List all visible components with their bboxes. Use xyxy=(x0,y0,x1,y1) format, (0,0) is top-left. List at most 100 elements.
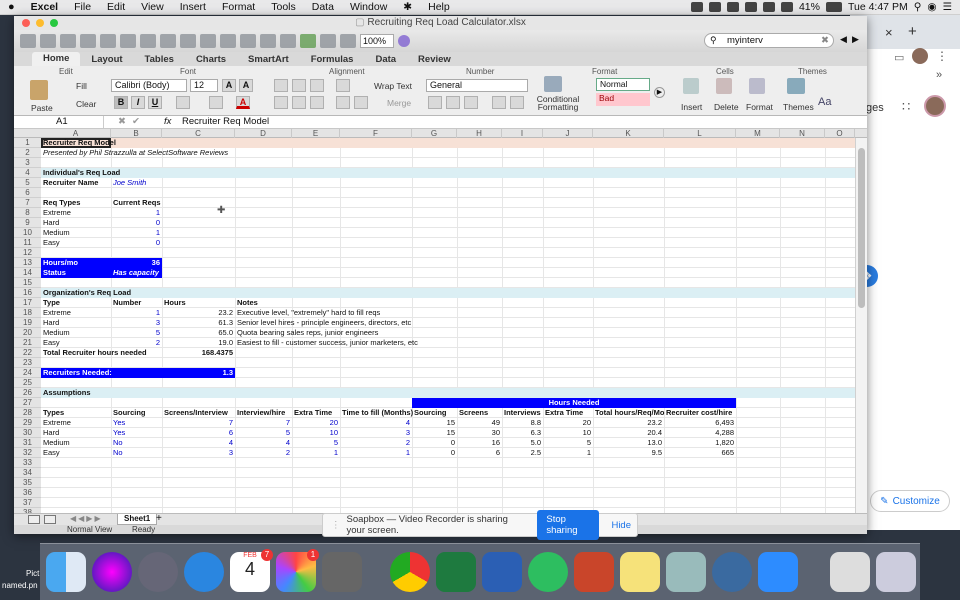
cell-b29[interactable]: Yes xyxy=(111,418,127,428)
add-sheet-button[interactable]: + xyxy=(156,513,162,524)
cell-a9[interactable]: Hard xyxy=(41,218,61,228)
underline-button[interactable]: U xyxy=(148,96,162,109)
decrease-font-icon[interactable]: A xyxy=(239,79,253,92)
cell-b14[interactable]: Has capacity xyxy=(111,268,161,278)
dropbox-status-icon[interactable] xyxy=(726,2,739,12)
increase-font-icon[interactable]: A xyxy=(222,79,236,92)
tab-tables[interactable]: Tables xyxy=(134,54,185,65)
row-header-13[interactable]: 13 xyxy=(14,258,41,268)
cell-e28[interactable]: Extra Time xyxy=(292,408,334,418)
media-icon[interactable] xyxy=(340,34,356,48)
font-name-select[interactable]: Calibri (Body) xyxy=(111,79,187,92)
currency-format-icon[interactable] xyxy=(428,96,442,109)
row-header-12[interactable]: 12 xyxy=(14,248,41,258)
column-header-h[interactable]: H xyxy=(457,129,502,138)
tab-close-icon[interactable]: × xyxy=(885,25,893,40)
align-middle-icon[interactable] xyxy=(292,79,306,92)
cell-d32[interactable]: 2 xyxy=(235,448,292,458)
cell-a31[interactable]: Medium xyxy=(41,438,72,448)
cell-c20[interactable]: 65.0 xyxy=(162,328,235,338)
safari-icon[interactable] xyxy=(184,552,224,592)
cell-g32[interactable]: 0 xyxy=(412,448,457,458)
cell-a26[interactable]: Assumptions xyxy=(41,388,93,398)
normal-view-icon[interactable] xyxy=(28,515,40,524)
sheet-nav-icon[interactable]: ◀◀▶▶ xyxy=(70,514,103,523)
cell-a22[interactable]: Total Recruiter hours needed xyxy=(41,348,149,358)
zoom-box[interactable]: 100% xyxy=(360,34,394,48)
style-normal[interactable]: Normal xyxy=(596,78,650,91)
conditional-formatting-icon[interactable] xyxy=(544,76,562,92)
row-header-18[interactable]: 18 xyxy=(14,308,41,318)
cell-c19[interactable]: 61.3 xyxy=(162,318,235,328)
app-menu[interactable]: Excel xyxy=(23,1,66,13)
formula-input[interactable]: Recruiter Req Model xyxy=(182,116,852,128)
powerpoint-icon[interactable] xyxy=(574,552,614,592)
cell-c31[interactable]: 4 xyxy=(162,438,235,448)
style-bad[interactable]: Bad xyxy=(596,93,650,106)
cell-l29[interactable]: 6,493 xyxy=(664,418,736,428)
open-icon[interactable] xyxy=(60,34,76,48)
tab-smartart[interactable]: SmartArt xyxy=(237,54,300,65)
insert-cells-icon[interactable] xyxy=(683,78,699,94)
decrease-decimal-icon[interactable] xyxy=(492,96,506,109)
formula-builder-icon[interactable] xyxy=(300,34,316,48)
fx-label[interactable]: fx xyxy=(164,116,171,128)
menu-insert[interactable]: Insert xyxy=(172,1,214,13)
row-header-23[interactable]: 23 xyxy=(14,358,41,368)
merge-button[interactable]: Merge xyxy=(387,98,411,108)
cell-c24[interactable]: 1.3 xyxy=(162,368,235,378)
tab-review[interactable]: Review xyxy=(407,54,462,65)
row-header-6[interactable]: 6 xyxy=(14,188,41,198)
cell-f29[interactable]: 4 xyxy=(340,418,412,428)
cell-h32[interactable]: 6 xyxy=(457,448,502,458)
menu-help[interactable]: Help xyxy=(420,1,458,13)
menu-window[interactable]: Window xyxy=(342,1,395,13)
number-format-select[interactable]: General xyxy=(426,79,528,92)
cell-i28[interactable]: Interviews xyxy=(502,408,543,418)
row-header-33[interactable]: 33 xyxy=(14,458,41,468)
browser-menu-icon[interactable]: ⋮ xyxy=(936,49,948,63)
cell-a16[interactable]: Organization's Req Load xyxy=(41,288,133,298)
cell-h31[interactable]: 16 xyxy=(457,438,502,448)
search-clear-icon[interactable]: ✖ xyxy=(821,34,829,47)
clear-button[interactable]: Clear xyxy=(76,99,96,109)
minimize-window-button[interactable] xyxy=(36,19,44,27)
cell-g27[interactable]: Hours Needed xyxy=(412,398,736,408)
cell-b11[interactable]: 0 xyxy=(111,238,162,248)
column-header-m[interactable]: M xyxy=(736,129,780,138)
increase-decimal-icon[interactable] xyxy=(510,96,524,109)
notification-center-icon[interactable]: ☰ xyxy=(943,1,952,13)
video-status-icon[interactable] xyxy=(690,2,703,12)
row-header-30[interactable]: 30 xyxy=(14,428,41,438)
cell-a4[interactable]: Individual's Req Load xyxy=(41,168,122,178)
cell-c17[interactable]: Hours xyxy=(162,298,188,308)
cell-e32[interactable]: 1 xyxy=(292,448,340,458)
templates-icon[interactable] xyxy=(40,34,56,48)
stop-status-icon[interactable] xyxy=(708,2,721,12)
desktop-file-2[interactable]: named.pn xyxy=(2,580,40,592)
comma-format-icon[interactable] xyxy=(464,96,478,109)
cell-c29[interactable]: 7 xyxy=(162,418,235,428)
cell-f32[interactable]: 1 xyxy=(340,448,412,458)
row-header-2[interactable]: 2 xyxy=(14,148,41,158)
row-header-28[interactable]: 28 xyxy=(14,408,41,418)
cell-g31[interactable]: 0 xyxy=(412,438,457,448)
sheet1-tab[interactable]: Sheet1 xyxy=(117,514,158,525)
show-hide-icon[interactable] xyxy=(320,34,336,48)
cell-b18[interactable]: 1 xyxy=(111,308,162,318)
cell-b9[interactable]: 0 xyxy=(111,218,162,228)
row-header-11[interactable]: 11 xyxy=(14,238,41,248)
column-header-l[interactable]: L xyxy=(664,129,736,138)
page-layout-icon[interactable] xyxy=(44,515,56,524)
menu-view[interactable]: View xyxy=(133,1,172,13)
paste-button[interactable]: Paste xyxy=(31,103,53,113)
cell-b8[interactable]: 1 xyxy=(111,208,162,218)
cell-grid[interactable]: 1 2 3 4 5 6 7 8 9 10 11 12 13 14 15 16 17 18 19 20 21 22 23 24 2… xyxy=(14,138,855,516)
cell-g30[interactable]: 15 xyxy=(412,428,457,438)
cut-icon[interactable] xyxy=(120,34,136,48)
align-left-icon[interactable] xyxy=(274,96,288,109)
cell-i30[interactable]: 6.3 xyxy=(502,428,543,438)
row-header-37[interactable]: 37 xyxy=(14,498,41,508)
cell-a20[interactable]: Medium xyxy=(41,328,72,338)
tab-charts[interactable]: Charts xyxy=(185,54,237,65)
